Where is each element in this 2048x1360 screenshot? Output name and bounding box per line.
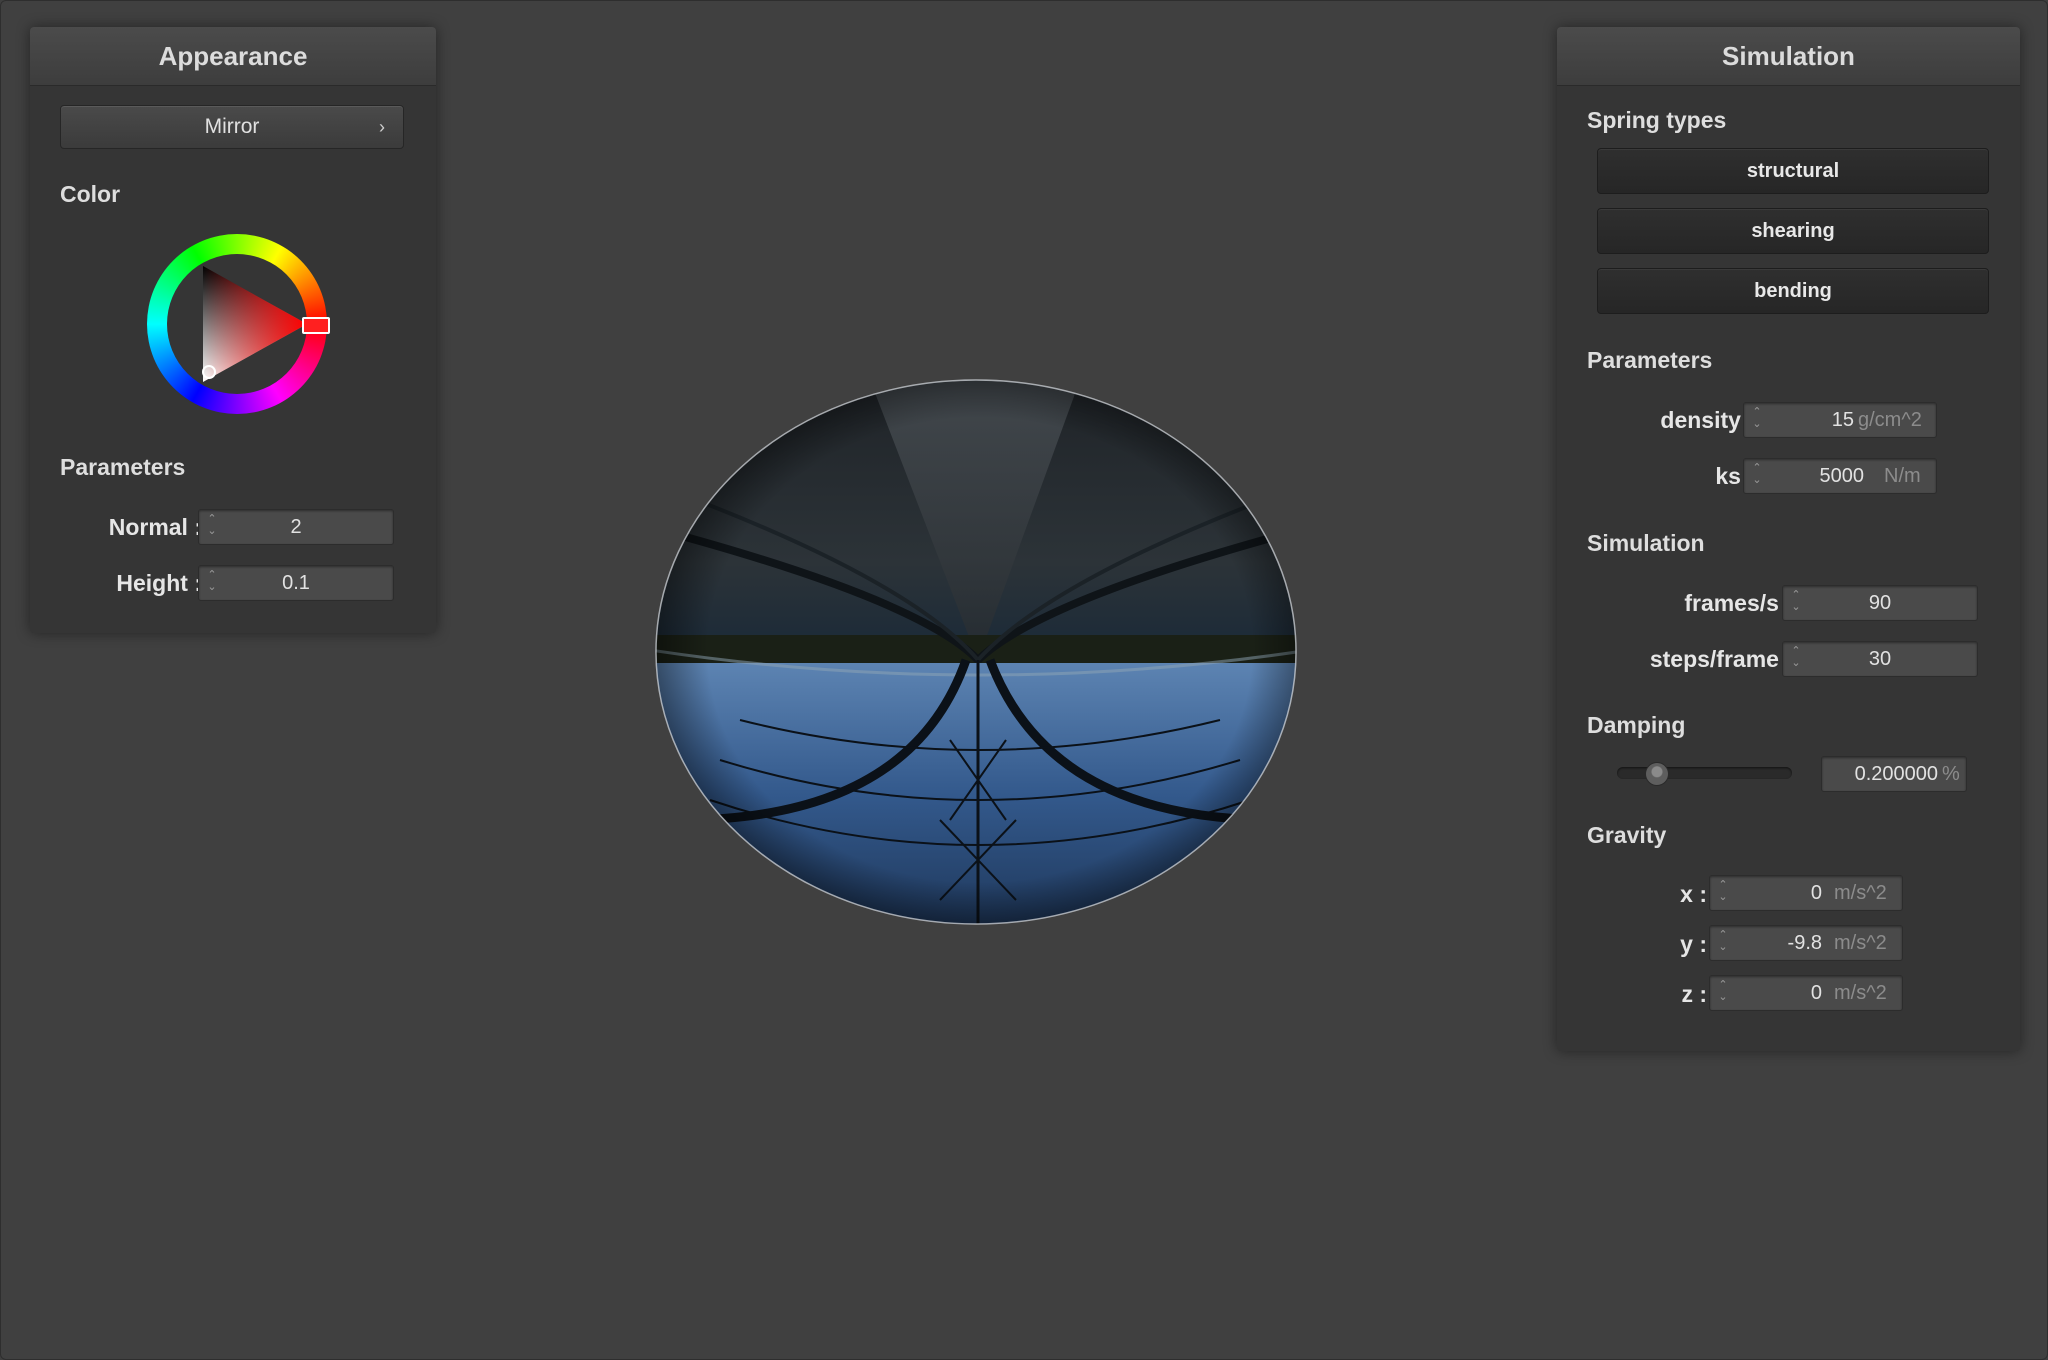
appearance-panel: Appearance Mirror › Color Parameters Nor… — [30, 27, 436, 633]
fps-label: frames/s : — [1684, 590, 1793, 616]
spin-arrows-icon[interactable]: ⌃ ⌄ — [1717, 879, 1729, 903]
normal-label: Normal : — [108, 514, 202, 540]
gravity-z-unit: m/s^2 — [1834, 982, 1887, 1004]
gravity-z-label: z : — [1681, 981, 1707, 1007]
shader-select-label: Mirror — [204, 115, 260, 138]
gravity-x-label: x : — [1680, 881, 1707, 907]
appearance-title: Appearance — [30, 27, 436, 86]
structural-button[interactable]: structural — [1597, 148, 1989, 194]
shearing-button[interactable]: shearing — [1597, 208, 1989, 254]
height-label: Height : — [116, 570, 202, 596]
gravity-z-value: 0 — [1810, 982, 1822, 1004]
color-section-label: Color — [60, 181, 121, 207]
gravity-x-value: 0 — [1810, 882, 1822, 904]
simulation-panel: Simulation Spring types structural shear… — [1557, 27, 2020, 1051]
ks-label: ks : — [1715, 463, 1755, 489]
steps-field[interactable]: ⌃ ⌄ 30 — [1782, 641, 1978, 677]
fps-field[interactable]: ⌃ ⌄ 90 — [1782, 585, 1978, 621]
ks-unit: N/m — [1884, 465, 1921, 487]
damping-label: Damping — [1587, 712, 1686, 738]
damping-value: 0.200000 — [1854, 763, 1938, 785]
fps-value: 90 — [1868, 592, 1892, 614]
steps-label: steps/frame : — [1649, 646, 1793, 672]
spin-arrows-icon[interactable]: ⌃ ⌄ — [1717, 979, 1729, 1003]
density-unit: g/cm^2 — [1858, 409, 1922, 431]
density-field[interactable]: ⌃ ⌄ 15 g/cm^2 — [1743, 402, 1937, 438]
sim-parameters-label: Parameters — [1587, 347, 1713, 373]
spring-types-label: Spring types — [1587, 107, 1727, 133]
gravity-z-field[interactable]: ⌃ ⌄ 0 m/s^2 — [1709, 975, 1903, 1011]
damping-field[interactable]: 0.200000 % — [1821, 756, 1967, 792]
render-viewport[interactable] — [440, 60, 1520, 1300]
spin-arrows-icon[interactable]: ⌃ ⌄ — [1751, 462, 1763, 486]
gravity-x-field[interactable]: ⌃ ⌄ 0 m/s^2 — [1709, 875, 1903, 911]
damping-slider-track[interactable] — [1617, 767, 1792, 779]
appearance-parameters-label: Parameters — [60, 454, 186, 480]
shader-select-button[interactable]: Mirror › — [60, 105, 404, 149]
gravity-y-unit: m/s^2 — [1834, 932, 1887, 954]
gravity-y-label: y : — [1680, 931, 1707, 957]
normal-value: 2 — [290, 516, 302, 538]
simulation-section-label: Simulation — [1587, 530, 1705, 556]
spin-arrows-icon[interactable]: ⌃ ⌄ — [1751, 406, 1763, 430]
damping-slider-knob[interactable] — [1645, 762, 1670, 786]
simulation-title: Simulation — [1557, 27, 2020, 86]
density-value: 15 — [1831, 409, 1854, 431]
normal-field[interactable]: ⌃ ⌄ 2 — [198, 509, 394, 545]
gravity-y-field[interactable]: ⌃ ⌄ -9.8 m/s^2 — [1709, 925, 1903, 961]
gravity-y-value: -9.8 — [1787, 932, 1822, 954]
height-value: 0.1 — [282, 572, 310, 594]
gravity-x-unit: m/s^2 — [1834, 882, 1887, 904]
density-label: density : — [1660, 407, 1755, 433]
steps-value: 30 — [1868, 648, 1892, 670]
chevron-right-icon: › — [379, 117, 385, 137]
damping-unit: % — [1942, 763, 1960, 785]
ks-field[interactable]: ⌃ ⌄ 5000 N/m — [1743, 458, 1937, 494]
ks-value: 5000 — [1819, 465, 1865, 487]
hue-marker[interactable] — [302, 317, 330, 334]
gravity-label: Gravity — [1587, 822, 1667, 848]
color-triangle[interactable] — [147, 234, 327, 414]
bending-button[interactable]: bending — [1597, 268, 1989, 314]
color-wheel[interactable] — [147, 234, 330, 414]
mirror-sphere — [655, 379, 1297, 925]
spin-arrows-icon[interactable]: ⌃ ⌄ — [1717, 929, 1729, 953]
height-field[interactable]: ⌃ ⌄ 0.1 — [198, 565, 394, 601]
